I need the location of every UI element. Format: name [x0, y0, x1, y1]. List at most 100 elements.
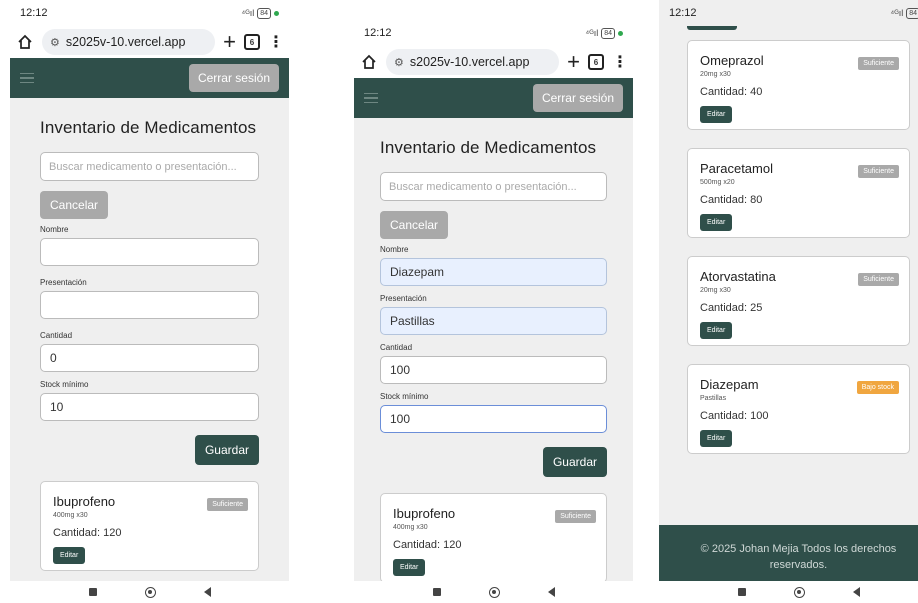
status-badge: Suficiente — [207, 498, 248, 511]
search-input[interactable]: Buscar medicamento o presentación... — [40, 152, 259, 181]
browser-toolbar: ⚙ s2025v-10.vercel.app + 6 ⋮ — [10, 26, 289, 58]
main-content: Inventario de Medicamentos Buscar medica… — [354, 118, 633, 583]
status-badge: Suficiente — [858, 165, 899, 178]
logout-button[interactable]: Cerrar sesión — [532, 84, 623, 112]
hamburger-icon[interactable] — [364, 92, 378, 104]
url-text: s2025v-10.vercel.app — [65, 35, 186, 49]
home-button-icon[interactable] — [793, 586, 805, 598]
cancel-button[interactable]: Cancelar — [40, 191, 109, 219]
page-title: Inventario de Medicamentos — [40, 118, 257, 137]
site-settings-icon[interactable]: ⚙ — [394, 56, 404, 69]
privacy-dot-icon — [274, 10, 279, 16]
url-bar[interactable]: ⚙ s2025v-10.vercel.app — [386, 49, 560, 75]
new-tab-icon[interactable]: + — [223, 31, 236, 53]
quantity-field[interactable]: 100 — [380, 356, 607, 384]
medicine-presentation: 400mg x30 — [393, 524, 428, 531]
status-badge: Bajo stock — [856, 381, 899, 394]
back-icon[interactable] — [203, 587, 211, 597]
system-nav-bar — [354, 581, 633, 603]
home-button-icon[interactable] — [488, 586, 500, 598]
edit-button[interactable]: Editar — [700, 322, 733, 339]
privacy-dot-icon — [618, 30, 623, 36]
medicine-card: Ibuprofeno 400mg x30 Cantidad: 120 Edita… — [380, 493, 607, 583]
logout-button[interactable]: Cerrar sesión — [188, 64, 279, 92]
medicine-quantity: Cantidad: 25 — [700, 302, 763, 314]
name-label: Nombre — [40, 225, 69, 234]
search-input[interactable]: Buscar medicamento o presentación... — [380, 172, 607, 201]
medicine-presentation: 20mg x30 — [700, 287, 731, 294]
tabs-icon[interactable]: 6 — [588, 54, 604, 70]
medicine-presentation: Pastillas — [700, 395, 727, 402]
min-stock-label: Stock mínimo — [40, 380, 89, 389]
home-button-icon[interactable] — [144, 586, 156, 598]
medicine-quantity: Cantidad: 80 — [700, 194, 763, 206]
edit-button[interactable]: Editar — [393, 559, 426, 576]
phone-screen-3: 12:12 ⁴ᴳıl 84 Omeprazol 20mg x30 Cantidad… — [659, 0, 918, 603]
back-icon[interactable] — [547, 587, 555, 597]
back-icon[interactable] — [852, 587, 860, 597]
status-badge: Suficiente — [555, 510, 596, 523]
edit-button[interactable]: Editar — [700, 214, 733, 231]
medicine-presentation: 500mg x20 — [700, 179, 735, 186]
quantity-label: Cantidad — [380, 343, 413, 352]
status-bar: 12:12 ⁴ᴳıl 84 — [10, 0, 289, 26]
edit-button[interactable]: Editar — [700, 430, 733, 447]
medicine-card: Diazepam Pastillas Cantidad: 100 Editar … — [687, 364, 910, 454]
save-button[interactable]: Guardar — [194, 435, 259, 465]
cancel-button[interactable]: Cancelar — [380, 211, 449, 239]
recents-icon[interactable] — [432, 588, 441, 596]
medicine-card: Paracetamol 500mg x20 Cantidad: 80 Edita… — [687, 148, 910, 238]
medicine-quantity: Cantidad: 120 — [53, 527, 122, 539]
page-footer: © 2025 Johan Mejia Todos los derechos re… — [659, 525, 918, 581]
medicine-card: Omeprazol 20mg x30 Cantidad: 40 Editar S… — [687, 40, 910, 130]
status-time: 12:12 — [669, 7, 697, 19]
presentation-label: Presentación — [380, 294, 427, 303]
url-bar[interactable]: ⚙ s2025v-10.vercel.app — [42, 29, 216, 55]
recents-icon[interactable] — [88, 588, 97, 596]
tabs-icon[interactable]: 6 — [244, 34, 260, 50]
medicine-quantity: Cantidad: 40 — [700, 86, 763, 98]
medicine-card: Ibuprofeno 400mg x30 Cantidad: 120 Edita… — [40, 481, 259, 571]
min-stock-field[interactable]: 100 — [380, 405, 607, 433]
presentation-field[interactable]: Pastillas — [380, 307, 607, 335]
main-content: Inventario de Medicamentos Buscar medica… — [10, 98, 289, 581]
medicine-presentation: 400mg x30 — [53, 512, 88, 519]
medicine-card: Atorvastatina 20mg x30 Cantidad: 25 Edit… — [687, 256, 910, 346]
more-menu-icon[interactable]: ⋮ — [268, 32, 284, 52]
signal-icon: ⁴ᴳıl — [585, 28, 599, 38]
hamburger-icon[interactable] — [20, 72, 34, 84]
save-button[interactable]: Guardar — [542, 447, 607, 477]
more-menu-icon[interactable]: ⋮ — [612, 52, 628, 72]
name-field[interactable]: Diazepam — [380, 258, 607, 286]
battery-icon: 84 — [906, 7, 918, 19]
min-stock-field[interactable]: 10 — [40, 393, 259, 421]
signal-icon: ⁴ᴳıl — [890, 8, 904, 18]
presentation-field[interactable] — [40, 291, 259, 319]
status-bar: 12:12 ⁴ᴳıl 84 — [659, 0, 918, 26]
url-text: s2025v-10.vercel.app — [409, 55, 530, 69]
phone-screen-2: 12:12 ⁴ᴳıl 84 ⚙ s2025v-10.vercel.app + 6 ⋮… — [354, 20, 633, 603]
battery-icon: 84 — [601, 27, 615, 39]
status-badge: Suficiente — [858, 57, 899, 70]
medicine-quantity: Cantidad: 120 — [393, 539, 462, 551]
presentation-label: Presentación — [40, 278, 87, 287]
new-tab-icon[interactable]: + — [567, 51, 580, 73]
footer-text: © 2025 Johan Mejia Todos los derechos re… — [700, 543, 897, 571]
medicine-presentation: 20mg x30 — [700, 71, 731, 78]
status-time: 12:12 — [20, 7, 48, 19]
edit-button-partial[interactable] — [687, 26, 737, 30]
status-badge: Suficiente — [858, 273, 899, 286]
edit-button[interactable]: Editar — [53, 547, 86, 564]
quantity-field[interactable]: 0 — [40, 344, 259, 372]
phone-screen-1: 12:12 ⁴ᴳıl 84 ⚙ s2025v-10.vercel.app + 6 ⋮… — [10, 0, 289, 603]
name-field[interactable] — [40, 238, 259, 266]
edit-button[interactable]: Editar — [700, 106, 733, 123]
main-content: Omeprazol 20mg x30 Cantidad: 40 Editar S… — [659, 26, 918, 581]
site-settings-icon[interactable]: ⚙ — [50, 36, 60, 49]
battery-icon: 84 — [257, 7, 271, 19]
status-bar: 12:12 ⁴ᴳıl 84 — [354, 20, 633, 46]
recents-icon[interactable] — [737, 588, 746, 596]
system-nav-bar — [659, 581, 918, 603]
home-icon[interactable] — [16, 33, 34, 51]
home-icon[interactable] — [360, 53, 378, 71]
